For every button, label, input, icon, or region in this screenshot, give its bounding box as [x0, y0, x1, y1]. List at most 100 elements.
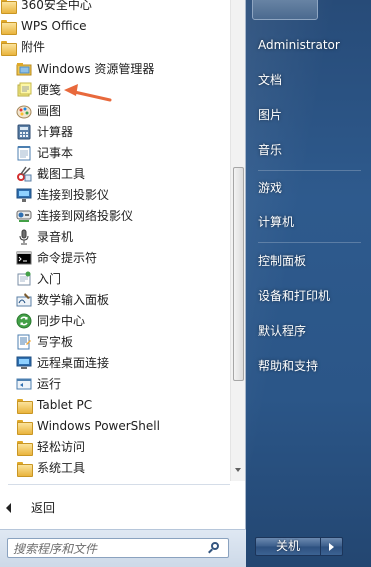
- link-label: 帮助和支持: [258, 358, 319, 373]
- folder-icon: [0, 0, 17, 14]
- getting-started-icon: [16, 271, 32, 287]
- list-item-label: 同步中心: [37, 313, 86, 328]
- list-item-run[interactable]: 运行: [0, 373, 230, 394]
- list-item-label: 连接到投影仪: [37, 187, 110, 202]
- list-item-label: 便笺: [37, 82, 62, 97]
- programs-scrollbar[interactable]: [230, 0, 245, 481]
- list-item-ease-of-access[interactable]: 轻松访问: [0, 436, 230, 457]
- help-support-link[interactable]: 帮助和支持: [246, 350, 371, 380]
- list-item-label: 计算器: [37, 124, 74, 139]
- list-item-windows-explorer[interactable]: Windows 资源管理器: [0, 58, 230, 79]
- list-item-calculator[interactable]: 计算器: [0, 121, 230, 142]
- calculator-icon: [16, 124, 32, 140]
- devices-printers-link[interactable]: 设备和打印机: [246, 280, 371, 310]
- folder-icon: [16, 460, 33, 477]
- default-programs-link[interactable]: 默认程序: [246, 315, 371, 345]
- link-label: 控制面板: [258, 253, 307, 268]
- link-label: 默认程序: [258, 323, 307, 338]
- sync-center-icon: [16, 313, 32, 329]
- pictures-link[interactable]: 图片: [246, 99, 371, 129]
- list-item-math-input-panel[interactable]: 数学输入面板: [0, 289, 230, 310]
- list-item-label: WPS Office: [21, 18, 87, 33]
- list-item-snipping-tool[interactable]: 截图工具: [0, 163, 230, 184]
- wordpad-icon: [16, 334, 32, 350]
- computer-link[interactable]: 计算机: [246, 206, 371, 236]
- folder-icon: [0, 39, 17, 56]
- list-item-label: 远程桌面连接: [37, 355, 110, 370]
- list-item-wordpad[interactable]: 写字板: [0, 331, 230, 352]
- list-item-label: 系统工具: [37, 460, 86, 475]
- scroll-down-arrow-icon[interactable]: [235, 468, 241, 472]
- list-item-label: 画图: [37, 103, 62, 118]
- cmd-icon: [16, 250, 32, 266]
- divider: [8, 484, 230, 485]
- shutdown-options-arrow-icon[interactable]: [321, 537, 343, 556]
- link-label: 设备和打印机: [258, 288, 331, 303]
- divider: [258, 170, 361, 171]
- folder-icon: [16, 397, 33, 414]
- list-item-tablet-pc[interactable]: Tablet PC: [0, 394, 230, 415]
- search-placeholder: 搜索程序和文件: [13, 541, 98, 556]
- shutdown-button[interactable]: 关机: [255, 537, 321, 556]
- search-area: 搜索程序和文件: [0, 529, 246, 567]
- projector-icon: [16, 187, 32, 203]
- games-link[interactable]: 游戏: [246, 172, 371, 202]
- documents-link[interactable]: 文档: [246, 64, 371, 94]
- search-input[interactable]: 搜索程序和文件: [7, 538, 229, 558]
- back-arrow-icon: [6, 503, 11, 513]
- list-item-command-prompt[interactable]: 命令提示符: [0, 247, 230, 268]
- list-item-label: 连接到网络投影仪: [37, 208, 134, 223]
- network-projector-icon: [16, 208, 32, 224]
- snipping-tool-icon: [16, 166, 32, 182]
- music-link[interactable]: 音乐: [246, 134, 371, 164]
- list-item-paint[interactable]: 画图: [0, 100, 230, 121]
- list-item-connect-projector[interactable]: 连接到投影仪: [0, 184, 230, 205]
- list-item-sync-center[interactable]: 同步中心: [0, 310, 230, 331]
- all-programs-pane: 360安全中心 WPS Office 附件 Windows 资源管理器 便笺 画…: [0, 0, 246, 567]
- shutdown-group: 关机: [255, 537, 343, 556]
- list-item-getting-started[interactable]: 入门: [0, 268, 230, 289]
- list-item-label: 轻松访问: [37, 439, 86, 454]
- list-item-label: 附件: [21, 39, 46, 54]
- microphone-icon: [16, 229, 32, 245]
- folder-icon: [0, 18, 17, 35]
- folder-icon: [16, 439, 33, 456]
- back-button[interactable]: 返回: [0, 497, 230, 519]
- back-label: 返回: [31, 501, 56, 515]
- scrollbar-thumb[interactable]: [233, 167, 244, 381]
- run-icon: [16, 376, 32, 392]
- explorer-icon: [16, 61, 32, 77]
- list-item-sticky-notes[interactable]: 便笺: [0, 79, 230, 100]
- control-panel-link[interactable]: 控制面板: [246, 245, 371, 275]
- list-item-360-security[interactable]: 360安全中心: [0, 0, 230, 15]
- list-item-label: 写字板: [37, 334, 74, 349]
- list-item-connect-network-projector[interactable]: 连接到网络投影仪: [0, 205, 230, 226]
- list-item-label: 入门: [37, 271, 62, 286]
- math-input-icon: [16, 292, 32, 308]
- list-item-accessories[interactable]: 附件: [0, 36, 230, 57]
- link-label: 图片: [258, 107, 283, 122]
- list-item-sound-recorder[interactable]: 录音机: [0, 226, 230, 247]
- folder-icon: [16, 418, 33, 435]
- link-label: 文档: [258, 72, 283, 87]
- list-item-label: 录音机: [37, 229, 74, 244]
- list-item-label: 运行: [37, 376, 62, 391]
- divider: [258, 242, 361, 243]
- list-item-wps-office[interactable]: WPS Office: [0, 15, 230, 36]
- list-item-label: 截图工具: [37, 166, 86, 181]
- list-item-label: Windows PowerShell: [37, 418, 160, 433]
- list-item-label: 360安全中心: [21, 0, 92, 12]
- notepad-icon: [16, 145, 32, 161]
- list-item-label: Windows 资源管理器: [37, 61, 155, 76]
- right-links-pane: Administrator 文档 图片 音乐 游戏 计算机 控制面板 设备和打印…: [246, 0, 371, 567]
- paint-icon: [16, 103, 32, 119]
- link-label: Administrator: [258, 38, 340, 52]
- user-picture: [252, 0, 318, 20]
- list-item-system-tools[interactable]: 系统工具: [0, 457, 230, 478]
- list-item-notepad[interactable]: 记事本: [0, 142, 230, 163]
- link-label: 音乐: [258, 142, 283, 157]
- list-item-windows-powershell[interactable]: Windows PowerShell: [0, 415, 230, 436]
- list-item-remote-desktop[interactable]: 远程桌面连接: [0, 352, 230, 373]
- user-folder-link[interactable]: Administrator: [246, 30, 371, 60]
- search-icon[interactable]: [208, 542, 220, 554]
